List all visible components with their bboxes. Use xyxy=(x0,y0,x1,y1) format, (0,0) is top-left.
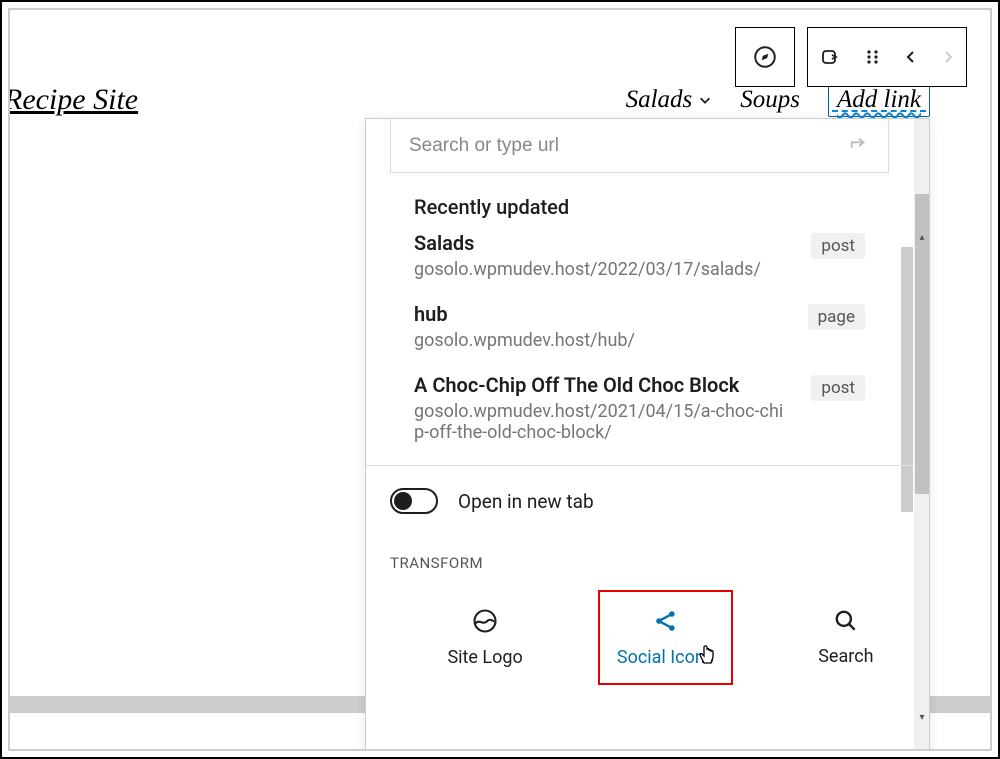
primary-nav: Salads Soups Add link xyxy=(626,83,930,117)
share-icon xyxy=(652,607,680,635)
nav-label: Salads xyxy=(626,86,693,114)
result-kind-badge: post xyxy=(811,375,865,401)
url-search-input[interactable] xyxy=(409,135,778,157)
floating-toolbar xyxy=(735,27,967,87)
compass-button[interactable] xyxy=(735,27,795,87)
compass-icon xyxy=(752,44,778,70)
divider xyxy=(366,465,913,466)
nav-item-salads[interactable]: Salads xyxy=(626,86,713,114)
result-title: hub xyxy=(414,302,635,326)
result-url: gosolo.wpmudev.host/2021/04/15/a-choc-ch… xyxy=(414,401,784,443)
result-kind-badge: post xyxy=(811,233,865,259)
nav-label: Soups xyxy=(740,86,800,114)
link-result[interactable]: hub gosolo.wpmudev.host/hub/ page xyxy=(414,302,865,351)
scroll-up-arrow[interactable]: ▴ xyxy=(915,230,929,244)
result-url: gosolo.wpmudev.host/hub/ xyxy=(414,330,635,351)
chevron-right-icon[interactable] xyxy=(940,49,956,65)
open-new-tab-row: Open in new tab xyxy=(390,488,889,514)
transform-social-icons[interactable]: Social Icons xyxy=(598,590,733,685)
result-kind-badge: page xyxy=(808,304,865,330)
result-title: A Choc-Chip Off The Old Choc Block xyxy=(414,373,784,397)
result-title: Salads xyxy=(414,231,761,255)
search-icon xyxy=(833,608,859,634)
toggle-knob xyxy=(394,492,412,510)
open-new-tab-toggle[interactable] xyxy=(390,488,438,514)
transform-grid: Site Logo Social Icons xyxy=(418,590,913,685)
site-logo-icon xyxy=(471,607,499,635)
recently-updated-heading: Recently updated xyxy=(414,195,913,219)
scroll-down-arrow[interactable]: ▾ xyxy=(915,710,929,724)
link-popover: ▴ ▾ Recently updated Salads gosolo.wpmud… xyxy=(365,118,930,751)
link-block-icon[interactable] xyxy=(819,45,843,69)
transform-item-label: Site Logo xyxy=(447,647,522,668)
chevron-left-icon[interactable] xyxy=(903,49,919,65)
transform-item-label: Search xyxy=(818,646,873,667)
transform-heading: TRANSFORM xyxy=(390,554,913,572)
nav-item-soups[interactable]: Soups xyxy=(740,86,800,114)
open-new-tab-label: Open in new tab xyxy=(458,490,594,513)
transform-search[interactable]: Search xyxy=(779,590,913,685)
result-url: gosolo.wpmudev.host/2022/03/17/salads/ xyxy=(414,259,761,280)
transform-site-logo[interactable]: Site Logo xyxy=(418,590,552,685)
add-link-button[interactable]: Add link xyxy=(828,83,930,117)
search-row xyxy=(390,119,889,173)
block-toolbar xyxy=(807,27,967,87)
link-result[interactable]: Salads gosolo.wpmudev.host/2022/03/17/sa… xyxy=(414,231,865,280)
submit-arrow-icon[interactable] xyxy=(848,135,870,157)
drag-handle-icon[interactable] xyxy=(864,48,882,66)
add-link-label: Add link xyxy=(837,86,921,113)
site-title[interactable]: Recipe Site xyxy=(8,83,138,117)
link-result[interactable]: A Choc-Chip Off The Old Choc Block gosol… xyxy=(414,373,865,443)
chevron-down-icon xyxy=(698,93,712,107)
transform-item-label: Social Icons xyxy=(617,647,714,668)
